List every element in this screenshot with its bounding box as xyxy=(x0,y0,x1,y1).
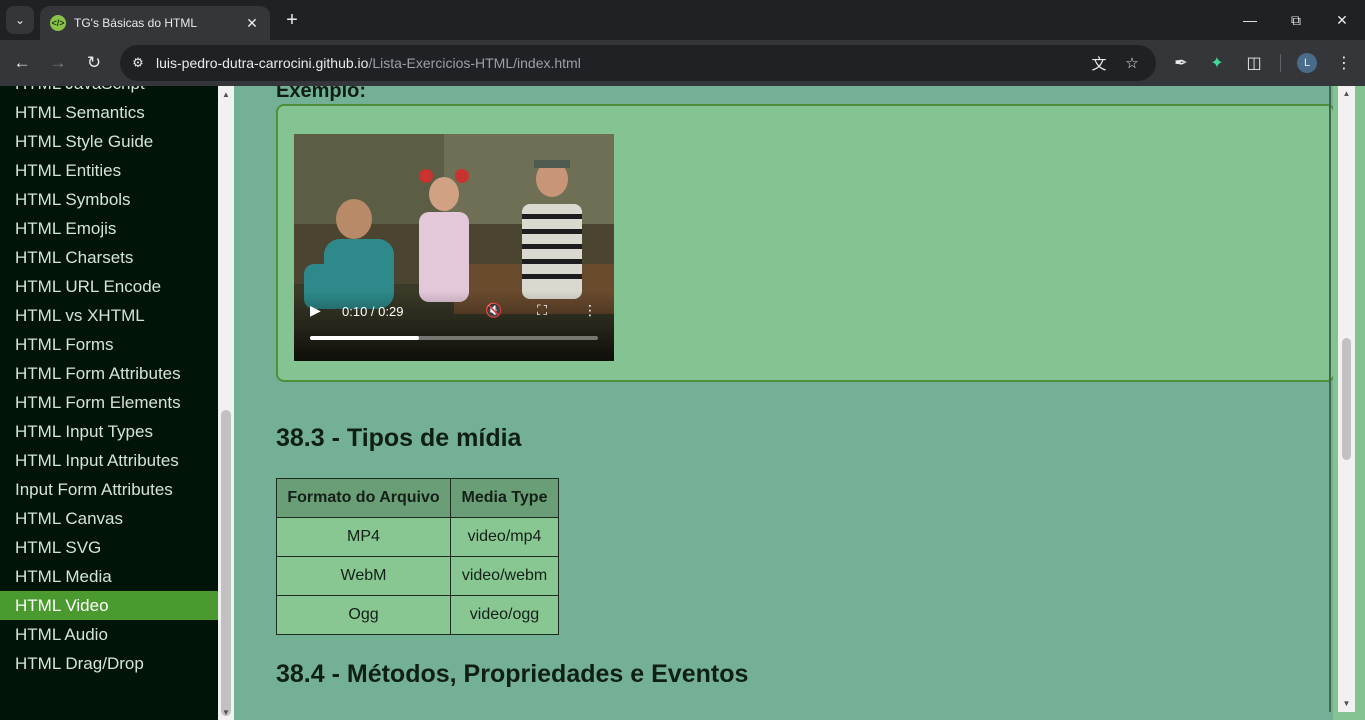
sidebar-item-html-svg[interactable]: HTML SVG xyxy=(0,533,218,562)
extension-dino-icon[interactable]: ✦ xyxy=(1204,50,1230,76)
fullscreen-icon[interactable]: ⛶ xyxy=(533,302,551,320)
video-progress-bar[interactable] xyxy=(310,336,598,340)
table-row: WebM video/webm xyxy=(276,556,559,596)
sidebar-item-html-semantics[interactable]: HTML Semantics xyxy=(0,98,218,127)
bookmark-star-icon[interactable]: ☆ xyxy=(1117,45,1147,81)
extensions-puzzle-icon[interactable]: ◫ xyxy=(1241,50,1267,76)
page-scroll-up-icon[interactable]: ▲ xyxy=(1338,86,1355,102)
example-label: Exemplo: xyxy=(276,86,367,102)
main-content: Exemplo: ▶ 0:10 / 0:29 🔇 ⛶ ⋮ 38.3 - Tipo… xyxy=(234,86,1335,720)
content-panel: Exemplo: ▶ 0:10 / 0:29 🔇 ⛶ ⋮ 38.3 - Tipo… xyxy=(250,86,1335,712)
sidebar-item-html-input-attributes[interactable]: HTML Input Attributes xyxy=(0,446,218,475)
section-title-methods: 38.4 - Métodos, Propriedades e Eventos xyxy=(276,660,749,688)
sidebar-scroll-thumb[interactable] xyxy=(221,410,231,716)
url-host: luis-pedro-dutra-carrocini.github.io xyxy=(156,55,369,71)
video-more-options-icon[interactable]: ⋮ xyxy=(581,302,599,320)
tab-close-icon[interactable]: ✕ xyxy=(244,15,260,32)
table-header-cell: Media Type xyxy=(450,478,559,518)
table-cell: Ogg xyxy=(276,595,451,635)
sidebar-item-html-input-types[interactable]: HTML Input Types xyxy=(0,417,218,446)
example-box: ▶ 0:10 / 0:29 🔇 ⛶ ⋮ xyxy=(276,104,1335,382)
page-viewport: HTML JavaScriptHTML SemanticsHTML Style … xyxy=(0,86,1365,720)
url-path: /Lista-Exercicios-HTML/index.html xyxy=(368,55,581,71)
video-controls-overlay xyxy=(294,291,614,361)
eyedropper-icon[interactable]: ✒ xyxy=(1168,50,1194,76)
back-arrow-icon[interactable]: ← xyxy=(7,48,37,78)
sidebar-item-html-audio[interactable]: HTML Audio xyxy=(0,620,218,649)
sidebar-item-html-entities[interactable]: HTML Entities xyxy=(0,156,218,185)
sidebar-item-html-style-guide[interactable]: HTML Style Guide xyxy=(0,127,218,156)
content-right-border xyxy=(1329,86,1331,712)
sidebar-item-html-drag-drop[interactable]: HTML Drag/Drop xyxy=(0,649,218,678)
window-close-icon[interactable]: ✕ xyxy=(1319,0,1365,40)
sidebar-item-html-form-elements[interactable]: HTML Form Elements xyxy=(0,388,218,417)
sidebar-item-html-forms[interactable]: HTML Forms xyxy=(0,330,218,359)
minimize-icon[interactable]: — xyxy=(1227,0,1273,40)
sidebar-item-html-video[interactable]: HTML Video xyxy=(0,591,218,620)
sidebar-nav: HTML JavaScriptHTML SemanticsHTML Style … xyxy=(0,86,218,720)
sidebar-item-html-emojis[interactable]: HTML Emojis xyxy=(0,214,218,243)
forward-arrow-icon[interactable]: → xyxy=(43,48,73,78)
video-progress-fill xyxy=(310,336,420,340)
sidebar-item-html-media[interactable]: HTML Media xyxy=(0,562,218,591)
table-header-cell: Formato do Arquivo xyxy=(276,478,451,518)
url-text[interactable]: luis-pedro-dutra-carrocini.github.io/Lis… xyxy=(156,55,581,71)
page-scrollbar[interactable]: ▲ ▼ xyxy=(1333,86,1365,720)
sidebar-item-input-form-attributes[interactable]: Input Form Attributes xyxy=(0,475,218,504)
tab-strip: ⌄ </> TG's Básicas do HTML ✕ + — ⧉ ✕ xyxy=(0,0,1365,40)
table-cell: video/mp4 xyxy=(450,517,559,557)
play-icon[interactable]: ▶ xyxy=(310,302,326,318)
browser-tab[interactable]: </> TG's Básicas do HTML ✕ xyxy=(40,6,270,40)
site-info-icon[interactable]: ⚙ xyxy=(120,55,156,71)
table-row: Ogg video/ogg xyxy=(276,595,559,635)
site-favicon-icon: </> xyxy=(50,15,66,31)
sidebar-scroll-up-icon[interactable]: ▲ xyxy=(218,88,234,102)
kebab-menu-icon[interactable]: ⋮ xyxy=(1331,50,1357,76)
table-cell: video/ogg xyxy=(450,595,559,635)
tab-title: TG's Básicas do HTML xyxy=(74,16,197,30)
section-title-media-types: 38.3 - Tipos de mídia xyxy=(276,424,522,452)
sidebar-item-html-vs-xhtml[interactable]: HTML vs XHTML xyxy=(0,301,218,330)
mute-speaker-icon[interactable]: 🔇 xyxy=(485,302,503,320)
table-header-row: Formato do Arquivo Media Type xyxy=(276,478,559,518)
sidebar-list: HTML JavaScriptHTML SemanticsHTML Style … xyxy=(0,86,218,678)
sidebar-item-html-canvas[interactable]: HTML Canvas xyxy=(0,504,218,533)
translate-icon[interactable]: 文 xyxy=(1084,45,1114,81)
table-cell: MP4 xyxy=(276,517,451,557)
page-scroll-down-icon[interactable]: ▼ xyxy=(1338,696,1355,712)
profile-avatar[interactable]: L xyxy=(1297,53,1317,73)
table-row: MP4 video/mp4 xyxy=(276,517,559,557)
new-tab-plus-icon[interactable]: + xyxy=(280,8,304,32)
table-cell: video/webm xyxy=(450,556,559,596)
sidebar-scroll-down-icon[interactable]: ▼ xyxy=(218,706,234,720)
toolbar-divider xyxy=(1280,54,1281,72)
media-types-table: Formato do Arquivo Media Type MP4 video/… xyxy=(276,478,559,635)
sidebar-item-html-form-attributes[interactable]: HTML Form Attributes xyxy=(0,359,218,388)
browser-toolbar: ← → ↻ ⚙ luis-pedro-dutra-carrocini.githu… xyxy=(0,40,1365,86)
reload-icon[interactable]: ↻ xyxy=(79,48,109,78)
sidebar-item-html-symbols[interactable]: HTML Symbols xyxy=(0,185,218,214)
address-bar[interactable]: ⚙ luis-pedro-dutra-carrocini.github.io/L… xyxy=(120,45,1156,81)
table-cell: WebM xyxy=(276,556,451,596)
restore-icon[interactable]: ⧉ xyxy=(1273,0,1319,40)
sidebar-item-html-url-encode[interactable]: HTML URL Encode xyxy=(0,272,218,301)
sidebar-item-html-charsets[interactable]: HTML Charsets xyxy=(0,243,218,272)
sidebar-item-html-javascript[interactable]: HTML JavaScript xyxy=(0,86,218,98)
video-player[interactable]: ▶ 0:10 / 0:29 🔇 ⛶ ⋮ xyxy=(294,134,614,361)
sidebar-scrollbar[interactable]: ▲ ▼ xyxy=(218,86,234,720)
video-time: 0:10 / 0:29 xyxy=(342,304,404,319)
tab-search-chevron-icon[interactable]: ⌄ xyxy=(6,6,34,34)
page-scroll-thumb[interactable] xyxy=(1342,338,1351,460)
